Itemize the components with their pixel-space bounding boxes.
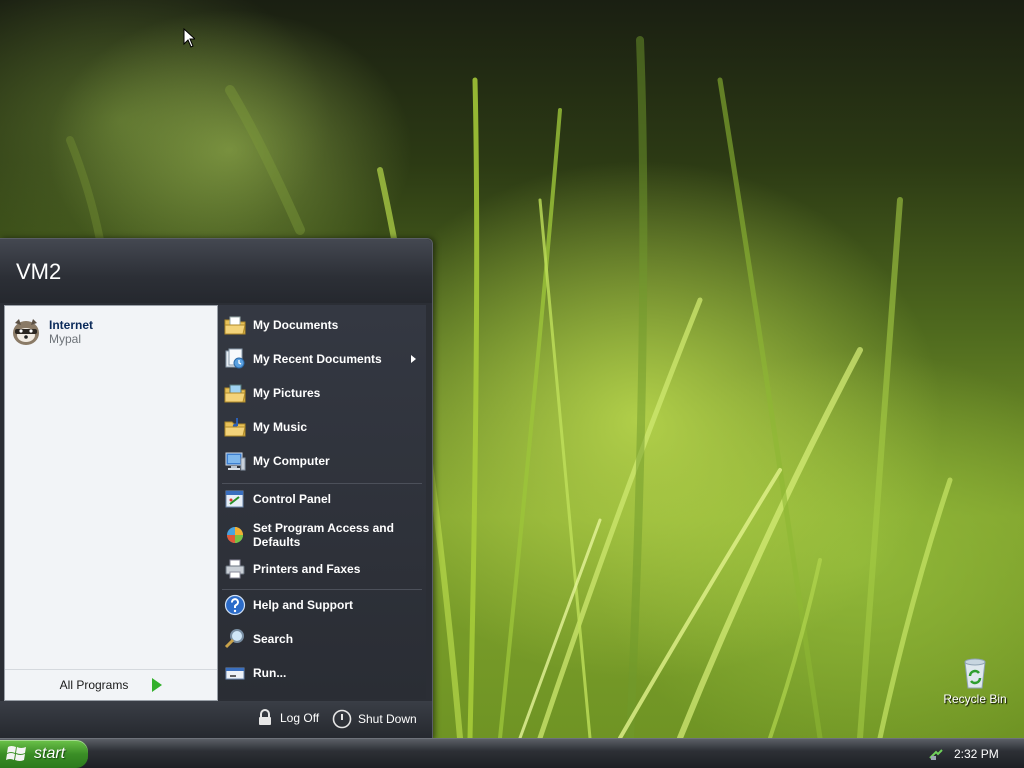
help-icon <box>224 594 246 616</box>
search-icon <box>224 629 244 649</box>
menu-item-my-pictures[interactable]: My Pictures <box>218 377 426 409</box>
menu-item-my-documents[interactable]: My Documents <box>218 309 426 341</box>
shut-down-button[interactable]: Shut Down <box>332 709 417 729</box>
menu-item-my-computer[interactable]: My Computer <box>218 445 426 477</box>
control-panel-icon <box>225 490 244 508</box>
start-menu-right-pane: My Documents My Recent Documents My Pict… <box>218 305 426 699</box>
all-programs-label: All Programs <box>59 678 129 692</box>
menu-item-label: My Documents <box>253 318 339 332</box>
menu-item-printers-and-faxes[interactable]: Printers and Faxes <box>218 553 426 585</box>
system-tray: 2:32 PM <box>928 739 1024 768</box>
folder-pictures-icon <box>224 384 246 403</box>
folder-music-icon <box>224 418 246 437</box>
menu-item-set-program-access[interactable]: Set Program Access and Defaults <box>218 517 426 553</box>
menu-item-label: My Computer <box>253 454 330 468</box>
user-name: VM2 <box>16 259 62 284</box>
pinned-internet-item[interactable]: Internet Mypal <box>9 312 213 352</box>
power-icon <box>332 709 352 729</box>
browser-raccoon-icon <box>13 319 39 345</box>
recycle-bin-label: Recycle Bin <box>943 692 1007 706</box>
computer-icon <box>225 452 246 471</box>
submenu-arrow-icon <box>411 355 416 363</box>
start-menu-footer: Log Off Shut Down <box>0 701 432 739</box>
menu-item-label: Control Panel <box>253 492 332 506</box>
log-off-button[interactable]: Log Off <box>256 709 319 727</box>
start-menu-header: VM2 <box>0 239 432 303</box>
taskbar: start 2:32 PM <box>0 738 1024 768</box>
all-programs-button[interactable]: All Programs <box>5 669 217 700</box>
menu-item-label: My Pictures <box>253 386 321 400</box>
start-label: start <box>34 745 66 762</box>
pinned-title: Internet <box>49 318 94 332</box>
folder-documents-icon <box>224 316 246 335</box>
recent-documents-icon <box>225 348 245 369</box>
start-button[interactable]: start <box>0 740 88 768</box>
start-menu-left-pane: Internet Mypal All Programs <box>4 305 218 701</box>
mouse-pointer-icon <box>183 28 195 48</box>
menu-item-label: Set Program Access and Defaults <box>253 521 394 549</box>
printer-icon <box>225 559 245 579</box>
menu-item-label: My Recent Documents <box>253 352 382 366</box>
green-arrow-icon <box>152 678 163 692</box>
safely-remove-hardware-icon[interactable] <box>928 746 944 762</box>
windows-logo-icon <box>6 746 26 761</box>
menu-item-label: Printers and Faxes <box>253 562 361 576</box>
log-off-label: Log Off <box>280 711 320 725</box>
start-menu: VM2 Internet Mypal All Programs My Docum… <box>0 238 433 740</box>
menu-item-control-panel[interactable]: Control Panel <box>218 483 426 515</box>
pinned-subtitle: Mypal <box>49 332 82 346</box>
menu-item-my-recent-documents[interactable]: My Recent Documents <box>218 343 426 375</box>
recycle-bin-icon <box>964 658 986 689</box>
menu-item-label: Help and Support <box>253 598 353 612</box>
menu-item-label: Run... <box>253 666 287 680</box>
program-access-icon <box>227 527 243 543</box>
menu-item-run[interactable]: Run... <box>218 657 426 689</box>
clock[interactable]: 2:32 PM <box>954 747 999 761</box>
menu-item-label: My Music <box>253 420 308 434</box>
recycle-bin[interactable]: Recycle Bin <box>938 656 1012 706</box>
shut-down-label: Shut Down <box>358 712 417 726</box>
menu-item-my-music[interactable]: My Music <box>218 411 426 443</box>
menu-item-help-and-support[interactable]: Help and Support <box>218 589 426 621</box>
menu-item-label: Search <box>253 632 294 646</box>
menu-item-search[interactable]: Search <box>218 623 426 655</box>
run-icon <box>225 667 245 680</box>
lock-icon <box>259 709 271 725</box>
